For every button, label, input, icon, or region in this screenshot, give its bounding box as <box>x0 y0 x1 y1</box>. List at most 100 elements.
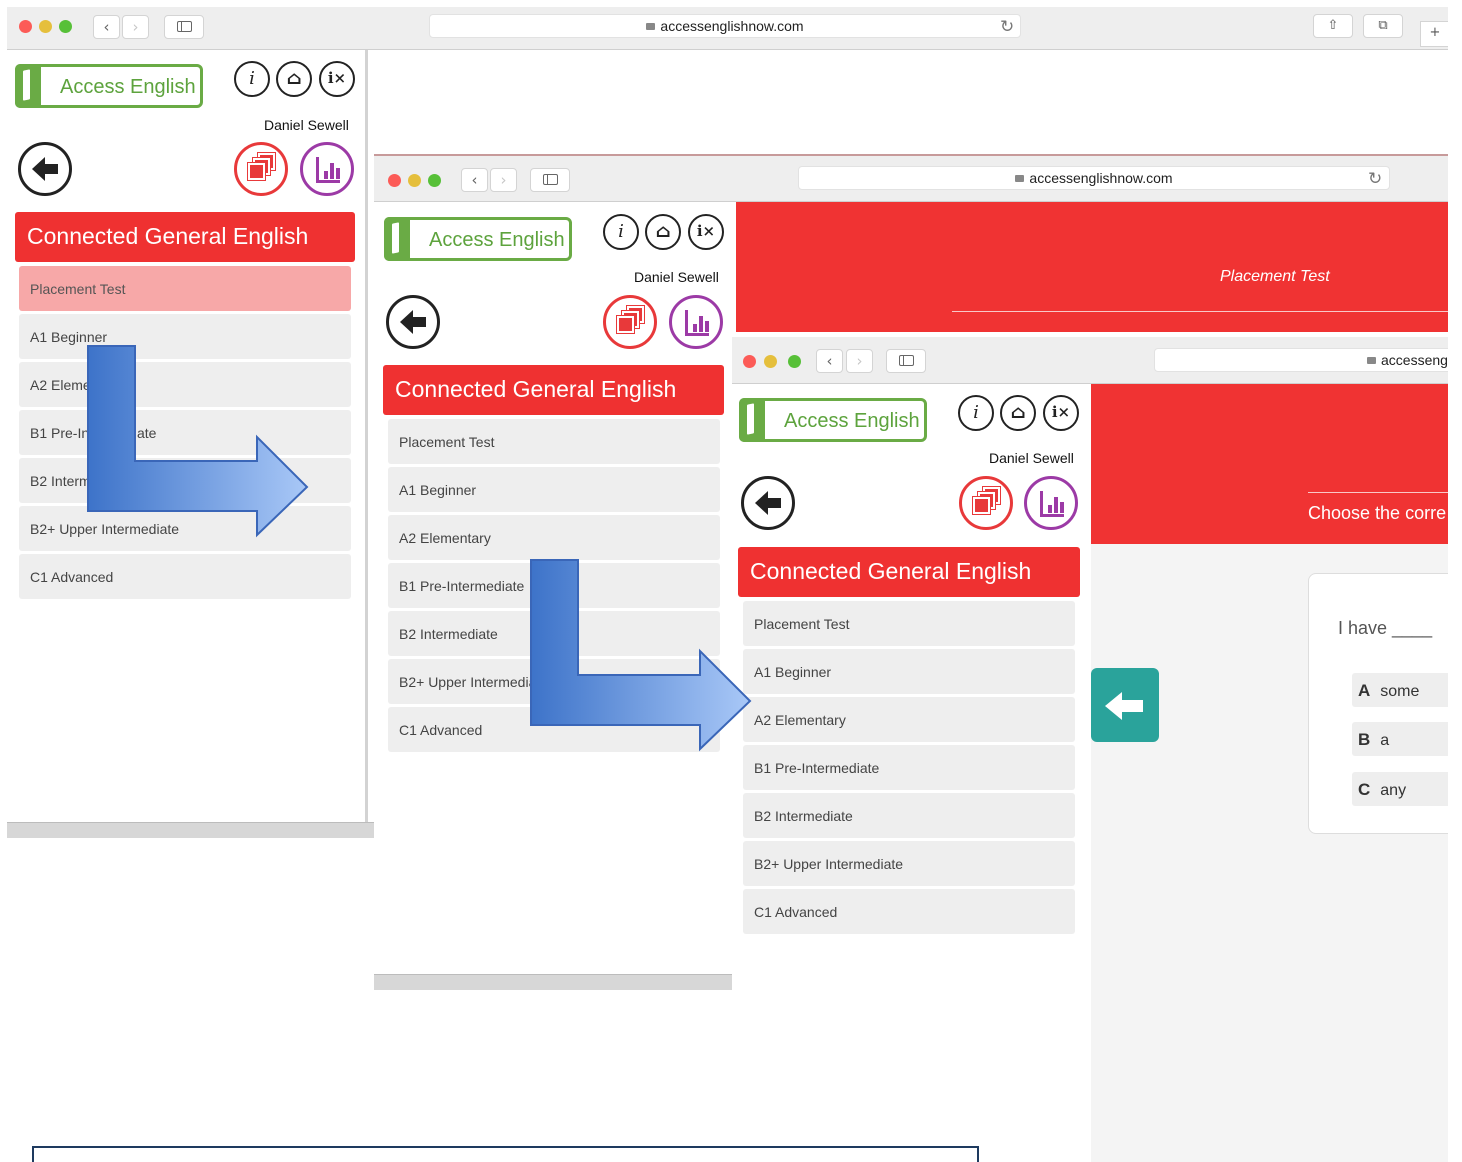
share-button[interactable]: ⇧ <box>1313 14 1353 38</box>
door-icon <box>384 217 410 261</box>
sidebar-icon <box>543 174 558 185</box>
address-bar[interactable]: accessenglishnow.com <box>429 14 1021 38</box>
option-text: some <box>1380 683 1420 700</box>
question-text: I have ____ <box>1338 618 1433 638</box>
level-b2plus-upper-intermediate[interactable]: B2+ Upper Intermediate <box>743 841 1075 886</box>
forward-nav-button[interactable]: › <box>122 15 149 39</box>
address-bar[interactable]: accesseng <box>1154 348 1448 372</box>
home-icon[interactable]: ⌂ <box>276 61 312 97</box>
level-c1-advanced[interactable]: C1 Advanced <box>19 554 351 599</box>
level-placement-test[interactable]: Placement Test <box>19 266 351 311</box>
placement-test-title: Placement Test <box>1220 268 1330 285</box>
tabs-icon: ⧉ <box>1378 18 1388 33</box>
course-title[interactable]: Connected General English <box>15 212 355 262</box>
course-title[interactable]: Connected General English <box>738 547 1080 597</box>
browser-window-3: ‹ › accesseng Choose the corre I have __… <box>732 337 1448 1162</box>
level-c1-advanced[interactable]: C1 Advanced <box>743 889 1075 934</box>
lock-icon <box>1367 357 1376 364</box>
home-icon[interactable]: ⌂ <box>645 214 681 250</box>
lock-icon <box>1015 175 1025 182</box>
forward-nav-button[interactable]: › <box>846 349 873 373</box>
minimize-dot[interactable] <box>764 355 777 368</box>
accessibility-icon[interactable]: i× <box>319 61 355 97</box>
logo-text: Access English <box>429 229 565 251</box>
level-placement-test[interactable]: Placement Test <box>743 601 1075 646</box>
door-icon <box>15 64 41 108</box>
share-icon: ⇧ <box>1327 18 1339 33</box>
stats-chart-icon[interactable] <box>669 295 723 349</box>
url-text: accesseng <box>1381 352 1448 368</box>
level-placement-test[interactable]: Placement Test <box>388 419 720 464</box>
plus-icon: + <box>1429 25 1441 40</box>
browser-toolbar: ‹ › accessenglishnow.com ↻ <box>374 156 1448 202</box>
previous-question-button[interactable] <box>1091 668 1159 742</box>
panel-divider <box>365 50 368 822</box>
info-icon[interactable]: i <box>958 395 994 431</box>
zoom-dot[interactable] <box>428 174 441 187</box>
back-nav-button[interactable]: ‹ <box>93 15 120 39</box>
close-dot[interactable] <box>743 355 756 368</box>
user-name: Daniel Sewell <box>634 269 719 285</box>
back-arrow-icon[interactable] <box>386 295 440 349</box>
lock-icon <box>646 23 656 30</box>
accessibility-icon[interactable]: i× <box>688 214 724 250</box>
answer-option-c[interactable]: Cany <box>1352 772 1448 806</box>
option-text: a <box>1380 732 1390 749</box>
close-dot[interactable] <box>388 174 401 187</box>
tabs-button[interactable]: ⧉ <box>1363 14 1403 38</box>
stats-chart-icon[interactable] <box>300 142 354 196</box>
sidebar-toggle-button[interactable] <box>886 349 926 373</box>
option-letter: B <box>1358 730 1371 749</box>
minimize-dot[interactable] <box>39 20 52 33</box>
horizontal-scrollbar[interactable] <box>374 974 732 990</box>
info-icon[interactable]: i <box>603 214 639 250</box>
question-card: I have ____ Asome Ba Cany <box>1308 573 1448 834</box>
user-name: Daniel Sewell <box>989 450 1074 466</box>
sidebar-toggle-button[interactable] <box>530 168 570 192</box>
stats-chart-icon[interactable] <box>1024 476 1078 530</box>
sidebar-toggle-button[interactable] <box>164 15 204 39</box>
accessibility-icon[interactable]: i× <box>1043 395 1079 431</box>
back-arrow-icon[interactable] <box>18 142 72 196</box>
course-title[interactable]: Connected General English <box>383 365 724 415</box>
forward-nav-button[interactable]: › <box>490 168 517 192</box>
browser-toolbar: ‹ › accessenglishnow.com ↻ ⇧ ⧉ + <box>7 7 1448 50</box>
back-nav-button[interactable]: ‹ <box>816 349 843 373</box>
user-name: Daniel Sewell <box>264 117 349 133</box>
placement-test-header <box>736 202 1448 332</box>
level-a1-beginner[interactable]: A1 Beginner <box>743 649 1075 694</box>
sidebar-icon <box>899 355 914 366</box>
stacked-cards-icon[interactable] <box>603 295 657 349</box>
close-dot[interactable] <box>19 20 32 33</box>
new-tab-button[interactable]: + <box>1420 21 1448 47</box>
level-label-part: B1 Pre-In <box>30 425 90 441</box>
reload-icon[interactable]: ↻ <box>1368 169 1382 189</box>
access-english-logo[interactable]: Access English <box>739 398 927 442</box>
option-text: any <box>1380 782 1407 799</box>
zoom-dot[interactable] <box>59 20 72 33</box>
horizontal-scrollbar[interactable] <box>7 822 374 838</box>
back-nav-button[interactable]: ‹ <box>461 168 488 192</box>
logo-text: Access English <box>60 76 196 98</box>
answer-option-b[interactable]: Ba <box>1352 722 1448 756</box>
stacked-cards-icon[interactable] <box>234 142 288 196</box>
level-a2-elementary[interactable]: A2 Elementary <box>388 515 720 560</box>
door-icon <box>739 398 765 442</box>
access-english-logo[interactable]: Access English <box>15 64 203 108</box>
home-icon[interactable]: ⌂ <box>1000 395 1036 431</box>
back-arrow-icon[interactable] <box>741 476 795 530</box>
stacked-cards-icon[interactable] <box>959 476 1013 530</box>
header-divider <box>1308 492 1448 493</box>
access-english-logo[interactable]: Access English <box>384 217 572 261</box>
minimize-dot[interactable] <box>408 174 421 187</box>
url-text: accessenglishnow.com <box>1029 170 1173 186</box>
address-bar[interactable]: accessenglishnow.com <box>798 166 1390 190</box>
answer-option-a[interactable]: Asome <box>1352 673 1448 707</box>
level-b2-intermediate[interactable]: B2 Intermediate <box>743 793 1075 838</box>
level-b1-pre-intermediate[interactable]: B1 Pre-Intermediate <box>743 745 1075 790</box>
level-a1-beginner[interactable]: A1 Beginner <box>388 467 720 512</box>
level-a2-elementary[interactable]: A2 Elementary <box>743 697 1075 742</box>
info-icon[interactable]: i <box>234 61 270 97</box>
zoom-dot[interactable] <box>788 355 801 368</box>
reload-icon[interactable]: ↻ <box>1000 17 1014 37</box>
